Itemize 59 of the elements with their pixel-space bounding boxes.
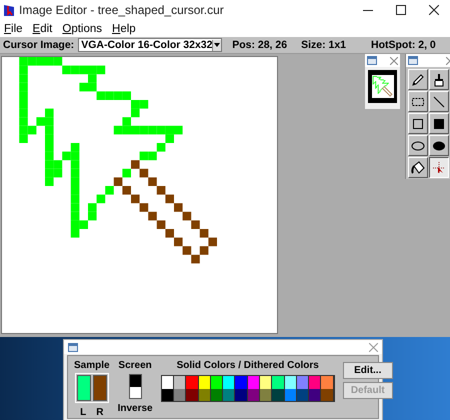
window-icon [367, 56, 377, 65]
brush-icon [432, 72, 446, 86]
color-swatch[interactable] [296, 376, 310, 388]
color-swatch[interactable] [162, 376, 174, 388]
color-swatch[interactable] [309, 388, 322, 401]
color-swatch[interactable] [186, 376, 198, 388]
cursor-preview-drawing [372, 75, 394, 98]
pencil-icon [411, 72, 425, 86]
window-title: Image Editor - tree_shaped_cursor.cur [19, 3, 225, 17]
sample-color-swatch[interactable] [76, 375, 91, 401]
palette-heading: Solid Colors / Dithered Colors [176, 360, 319, 371]
window-icon [408, 56, 418, 65]
color-swatch[interactable] [198, 376, 211, 388]
color-swatch[interactable] [235, 376, 248, 388]
menu-item[interactable]: File [4, 22, 23, 34]
menu-item[interactable]: Options [62, 22, 102, 34]
size-readout: Size: 1x1 [301, 39, 346, 51]
color-swatch[interactable] [260, 376, 272, 388]
inverse-label: Inverse [118, 403, 153, 414]
sample-label: Sample [74, 360, 110, 371]
color-swatch[interactable] [272, 388, 285, 401]
color-swatch[interactable] [186, 388, 198, 401]
screen-color-swatch[interactable] [128, 374, 142, 399]
cursor-image-label: Cursor Image: [3, 39, 74, 51]
app-icon [3, 4, 15, 16]
image-type-dropdown[interactable]: VGA-Color 16-Color 32x32 [78, 38, 222, 52]
color-swatch[interactable] [272, 376, 285, 388]
menu-item[interactable]: Edit [32, 22, 52, 34]
tool-button[interactable] [429, 157, 449, 178]
color-swatch[interactable] [248, 376, 260, 388]
color-swatch[interactable] [223, 376, 236, 388]
ellipse-icon [411, 138, 425, 152]
window-icon [68, 342, 78, 352]
line-icon [432, 94, 446, 108]
filled-rectangle-icon [432, 116, 446, 130]
drawing-canvas[interactable] [1, 56, 278, 334]
filled-ellipse-icon [432, 138, 446, 152]
color-swatch[interactable] [162, 388, 174, 401]
position-readout: Pos: 28, 26 [232, 39, 288, 51]
close-icon[interactable] [428, 5, 438, 15]
maximize-icon[interactable] [396, 5, 406, 15]
dropdown-arrow-icon [214, 43, 220, 47]
sample-color-swatch[interactable] [92, 375, 107, 401]
color-swatch[interactable] [223, 388, 236, 401]
color-swatch[interactable] [309, 376, 322, 388]
crosshair-cursor-icon [432, 160, 446, 174]
screen-label: Screen [118, 360, 152, 371]
rectangle-icon [411, 116, 425, 130]
menu-item[interactable]: Help [112, 22, 136, 34]
color-swatch[interactable] [284, 376, 297, 388]
color-swatch[interactable] [321, 388, 334, 401]
color-swatch[interactable] [321, 376, 334, 388]
color-swatch[interactable] [210, 376, 224, 388]
edit-button[interactable]: Edit... [342, 362, 393, 379]
color-swatch[interactable] [235, 388, 248, 401]
mouse-button-label: L [80, 407, 86, 418]
hotspot-readout: HotSpot: 2, 0 [371, 39, 436, 51]
mouse-button-label: R [96, 407, 104, 418]
paint-bucket-icon [411, 160, 425, 174]
